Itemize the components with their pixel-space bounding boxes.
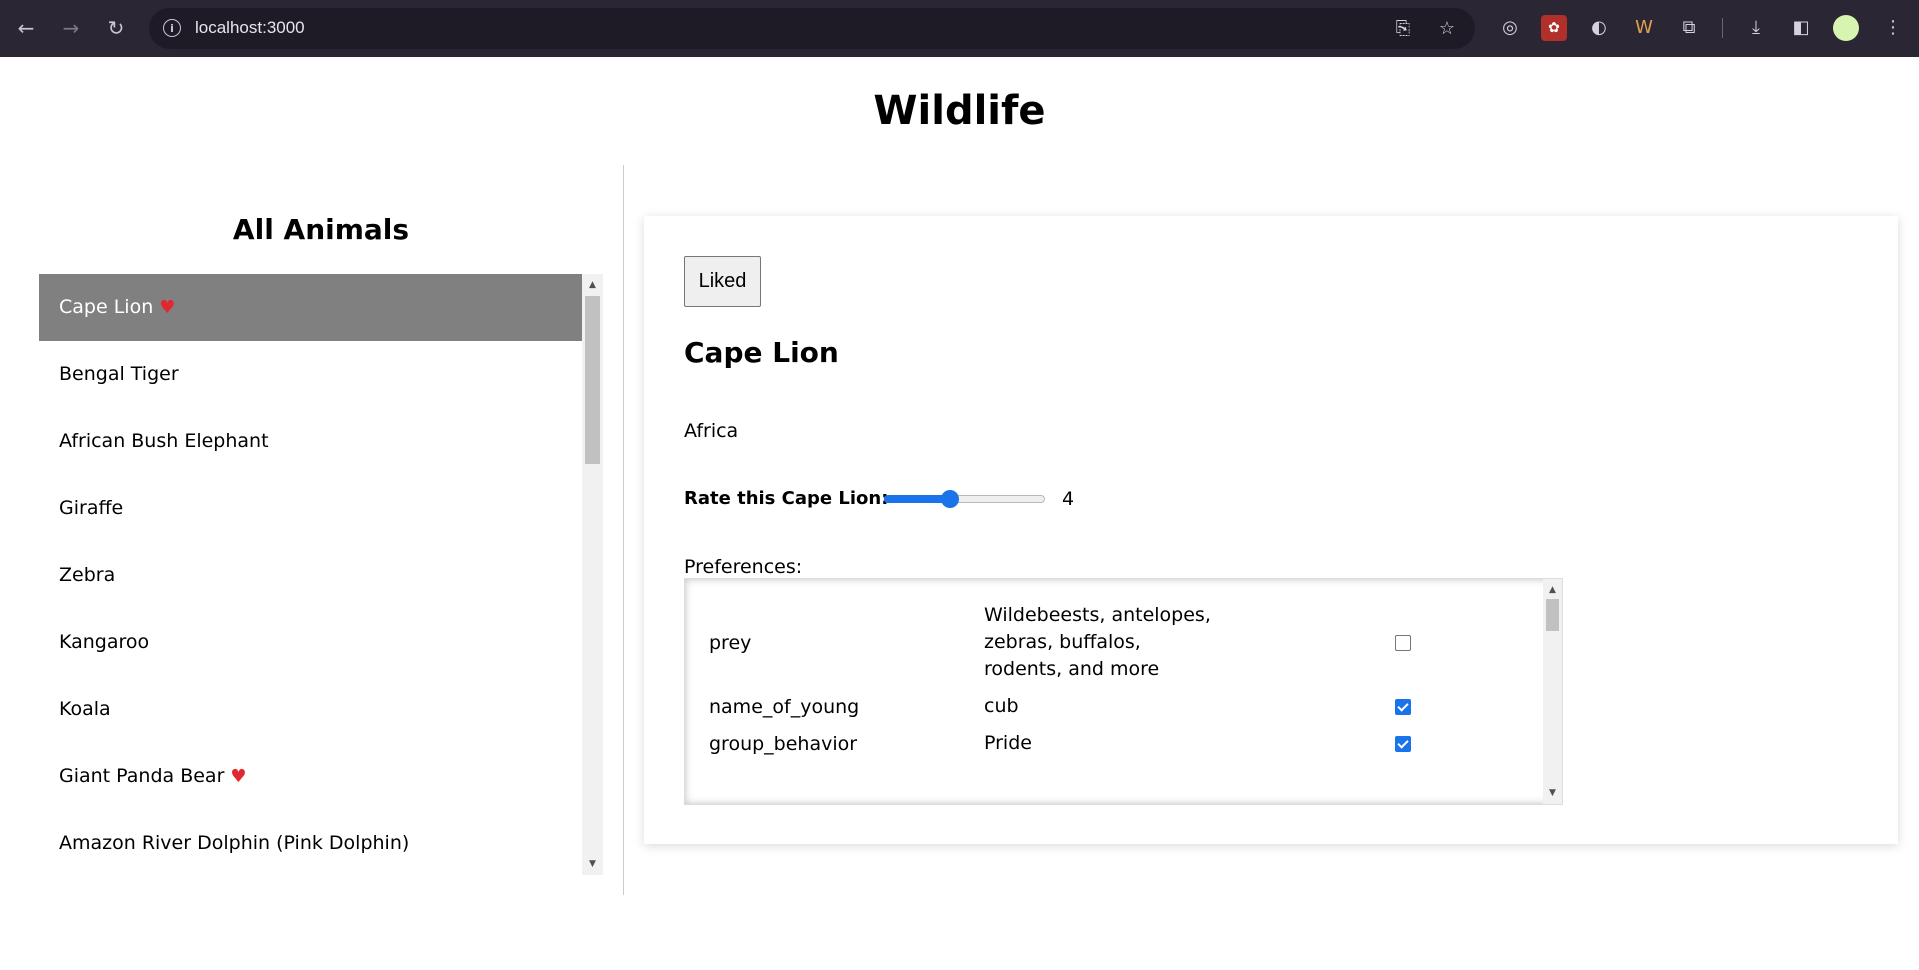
list-item-label: Cape Lion bbox=[59, 296, 154, 318]
rating-slider[interactable] bbox=[884, 485, 1049, 509]
list-item-label: Giraffe bbox=[59, 497, 124, 519]
menu-kebab-icon[interactable]: ⋮ bbox=[1880, 15, 1906, 41]
animal-region: Africa bbox=[684, 420, 739, 442]
pref-key: name_of_young bbox=[709, 695, 860, 718]
pref-value: Wildebeests, antelopes, zebras, buffalos… bbox=[984, 604, 1211, 680]
pref-key: group_behavior bbox=[709, 732, 858, 755]
table-row: group_behavior Pride bbox=[693, 725, 1533, 762]
extension-red-icon[interactable]: ✿ bbox=[1541, 15, 1567, 41]
list-item[interactable]: Koala bbox=[39, 676, 582, 743]
profile-avatar[interactable] bbox=[1833, 15, 1859, 41]
list-item[interactable]: Giraffe bbox=[39, 475, 582, 542]
reload-icon[interactable]: ↻ bbox=[102, 14, 130, 42]
list-item[interactable]: Giant Panda Bear ♥ bbox=[39, 743, 582, 810]
install-app-icon[interactable]: ⎘ bbox=[1391, 17, 1415, 41]
animal-list-heading: All Animals bbox=[232, 213, 410, 246]
extension-w-icon[interactable]: W bbox=[1631, 15, 1657, 41]
scroll-up-arrow-icon[interactable]: ▲ bbox=[1543, 585, 1562, 595]
rating-value: 4 bbox=[1062, 488, 1075, 510]
list-item[interactable]: Zebra bbox=[39, 542, 582, 609]
extension-target-icon[interactable]: ◎ bbox=[1497, 15, 1523, 41]
pref-key: prey bbox=[709, 631, 752, 654]
pref-checkbox[interactable] bbox=[1395, 699, 1411, 715]
scroll-thumb[interactable] bbox=[585, 296, 600, 464]
list-item-label: African Bush Elephant bbox=[59, 430, 269, 452]
preferences-scrollbar[interactable]: ▲ ▼ bbox=[1543, 579, 1562, 804]
scroll-thumb[interactable] bbox=[1546, 599, 1559, 631]
pref-value: cub bbox=[984, 695, 1019, 717]
url-text[interactable]: localhost:3000 bbox=[195, 18, 305, 38]
scroll-down-arrow-icon[interactable]: ▼ bbox=[582, 859, 603, 869]
list-item-label: Koala bbox=[59, 698, 111, 720]
slider-knob[interactable] bbox=[941, 490, 960, 508]
list-item[interactable]: Amazon River Dolphin (Pink Dolphin) bbox=[39, 810, 582, 875]
scroll-down-arrow-icon[interactable]: ▼ bbox=[1543, 788, 1562, 798]
list-item[interactable]: Cape Lion ♥ bbox=[39, 274, 582, 341]
extensions-puzzle-icon[interactable]: ⧉ bbox=[1676, 15, 1702, 41]
heart-icon: ♥ bbox=[230, 766, 247, 787]
list-item-label: Amazon River Dolphin (Pink Dolphin) bbox=[59, 832, 410, 854]
pref-checkbox[interactable] bbox=[1395, 736, 1411, 752]
forward-arrow-icon[interactable]: → bbox=[57, 14, 85, 42]
list-item-label: Kangaroo bbox=[59, 631, 150, 653]
preferences-label: Preferences: bbox=[684, 556, 803, 578]
list-item[interactable]: Kangaroo bbox=[39, 609, 582, 676]
downloads-icon[interactable]: ⤓ bbox=[1743, 15, 1769, 41]
table-row: prey Wildebeests, antelopes, zebras, buf… bbox=[693, 597, 1533, 688]
heart-icon: ♥ bbox=[159, 297, 176, 318]
address-bar[interactable]: i localhost:3000 ⎘ ☆ bbox=[149, 8, 1475, 49]
browser-toolbar: ← → ↻ i localhost:3000 ⎘ ☆ ◎ ✿ ◐ W ⧉ ⤓ ◧… bbox=[0, 0, 1919, 57]
preferences-table-container[interactable]: prey Wildebeests, antelopes, zebras, buf… bbox=[684, 578, 1563, 805]
side-panel-icon[interactable]: ◧ bbox=[1788, 15, 1814, 41]
liked-button[interactable]: Liked bbox=[684, 256, 761, 307]
scroll-up-arrow-icon[interactable]: ▲ bbox=[582, 280, 603, 290]
pref-value: Pride bbox=[984, 732, 1032, 754]
animal-detail-card: Liked Cape Lion Africa Rate this Cape Li… bbox=[644, 216, 1898, 844]
table-row: name_of_young cub bbox=[693, 688, 1533, 725]
list-item-label: Bengal Tiger bbox=[59, 363, 179, 385]
animal-name: Cape Lion bbox=[684, 336, 839, 369]
back-arrow-icon[interactable]: ← bbox=[12, 14, 40, 42]
list-item-label: Giant Panda Bear bbox=[59, 765, 225, 787]
toolbar-divider bbox=[1722, 18, 1723, 38]
list-item[interactable]: Bengal Tiger bbox=[39, 341, 582, 408]
rating-label: Rate this Cape Lion: bbox=[684, 488, 889, 509]
preferences-table: prey Wildebeests, antelopes, zebras, buf… bbox=[693, 597, 1533, 762]
list-item-label: Zebra bbox=[59, 564, 116, 586]
animal-list[interactable]: Cape Lion ♥ Bengal Tiger African Bush Ele… bbox=[39, 274, 603, 875]
page-title: Wildlife bbox=[873, 88, 1046, 134]
site-info-icon[interactable]: i bbox=[163, 19, 181, 37]
extension-g-icon[interactable]: ◐ bbox=[1586, 15, 1612, 41]
bookmark-star-icon[interactable]: ☆ bbox=[1435, 17, 1459, 41]
pref-checkbox[interactable] bbox=[1395, 635, 1411, 651]
list-scrollbar[interactable]: ▲ ▼ bbox=[582, 274, 603, 875]
list-item[interactable]: African Bush Elephant bbox=[39, 408, 582, 475]
